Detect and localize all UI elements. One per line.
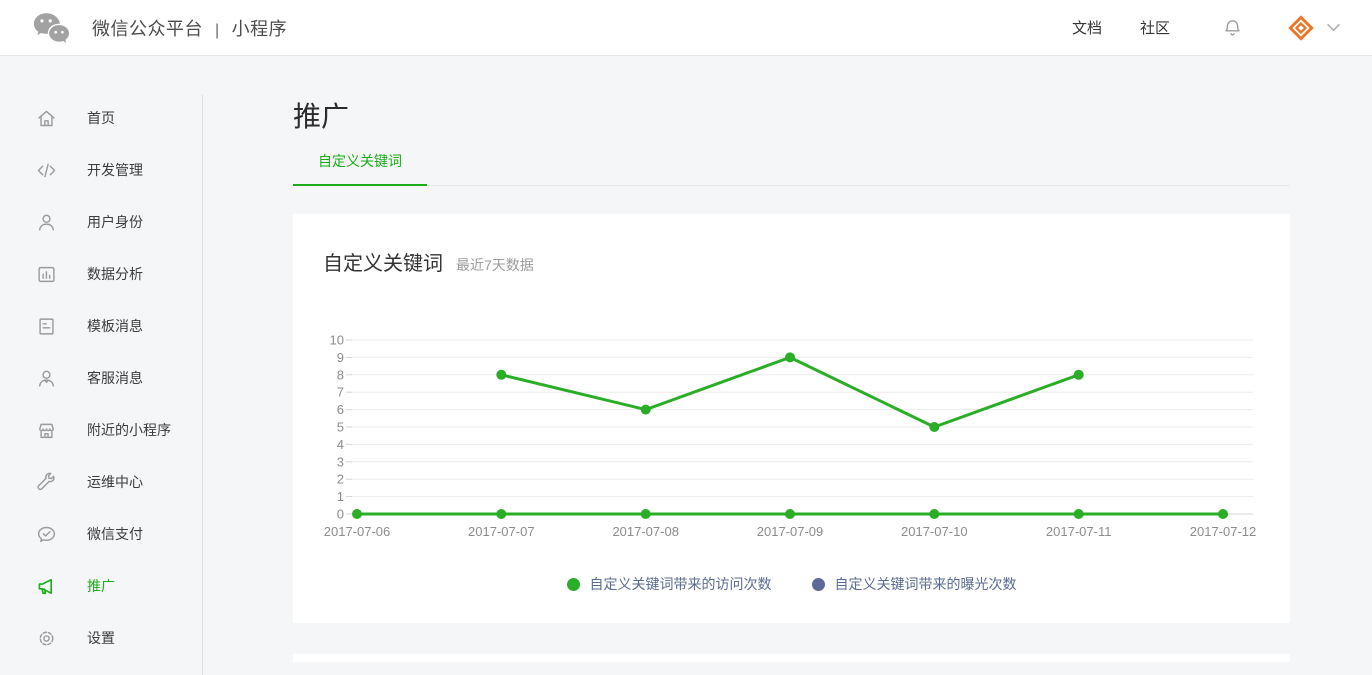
home-icon (34, 107, 58, 130)
next-card-peek (293, 654, 1290, 662)
sidebar-item-label: 推广 (87, 576, 115, 596)
shop-icon (34, 419, 58, 442)
top-header: 微信公众平台 | 小程序 文档 社区 (0, 0, 1372, 56)
nav-community-link[interactable]: 社区 (1140, 17, 1170, 38)
sidebar-item-label: 运维中心 (87, 472, 143, 492)
svg-text:8: 8 (337, 367, 344, 382)
code-icon (34, 159, 58, 182)
sidebar-item-service-msg[interactable]: 客服消息 (0, 352, 203, 404)
sidebar-item-label: 附近的小程序 (87, 420, 171, 440)
svg-text:5: 5 (337, 420, 344, 435)
sidebar-item-template-msg[interactable]: 模板消息 (0, 300, 203, 352)
svg-text:2017-07-06: 2017-07-06 (324, 524, 391, 539)
svg-text:6: 6 (337, 402, 344, 417)
svg-text:2017-07-11: 2017-07-11 (1046, 524, 1112, 539)
megaphone-icon (34, 575, 58, 598)
sidebar-item-ops[interactable]: 运维中心 (0, 456, 203, 508)
sidebar-item-identity[interactable]: 用户身份 (0, 196, 203, 248)
card-subtitle: 最近7天数据 (456, 255, 534, 275)
account-menu[interactable] (1287, 14, 1340, 42)
sidebar-item-label: 模板消息 (87, 316, 143, 336)
sidebar-item-label: 客服消息 (87, 368, 143, 388)
sidebar-item-settings[interactable]: 设置 (0, 612, 203, 664)
svg-text:0: 0 (337, 507, 344, 522)
sidebar-item-label: 开发管理 (87, 160, 143, 180)
sidebar-item-promotion[interactable]: 推广 (0, 560, 203, 612)
svg-text:2017-07-09: 2017-07-09 (757, 524, 824, 539)
keywords-card: 自定义关键词 最近7天数据 0 1 2 3 4 5 6 7 8 9 10 2017-07-06 2017… (293, 214, 1290, 623)
card-header: 自定义关键词 最近7天数据 (323, 247, 1260, 276)
tab-bar: 自定义关键词 (293, 151, 1290, 186)
sidebar-item-wepay[interactable]: 微信支付 (0, 508, 203, 560)
notification-bell-icon[interactable] (1222, 17, 1243, 39)
title-separator: | (215, 22, 220, 39)
sidebar-item-label: 首页 (87, 108, 115, 128)
svg-text:2017-07-10: 2017-07-10 (901, 524, 968, 539)
svg-text:2017-07-07: 2017-07-07 (468, 524, 535, 539)
svg-text:2017-07-12: 2017-07-12 (1190, 524, 1257, 539)
sidebar-item-label: 设置 (87, 628, 115, 648)
legend-label: 自定义关键词带来的曝光次数 (835, 574, 1017, 594)
svg-text:2017-07-08: 2017-07-08 (612, 524, 679, 539)
legend-item[interactable]: 自定义关键词带来的访问次数 (567, 574, 772, 594)
legend-dot-icon (567, 578, 580, 591)
sidebar-item-label: 微信支付 (87, 524, 143, 544)
svg-text:1: 1 (337, 489, 344, 504)
app-title: 微信公众平台 | 小程序 (92, 15, 287, 41)
chart-area: 0 1 2 3 4 5 6 7 8 9 10 2017-07-06 2017-07-07 2017-07-… (323, 332, 1260, 594)
svg-text:2: 2 (337, 472, 344, 487)
wechat-logo-icon (32, 11, 70, 44)
user-icon (34, 211, 58, 234)
sidebar-item-label: 用户身份 (87, 212, 143, 232)
nav-docs-link[interactable]: 文档 (1072, 17, 1102, 38)
svg-text:4: 4 (337, 437, 344, 452)
wrench-icon (34, 471, 58, 494)
page-body: 首页 开发管理 用户身份 数据分析 模板消息 客服消息 附近的小程序 运维中心 (0, 56, 1372, 675)
keywords-line-chart: 0 1 2 3 4 5 6 7 8 9 10 2017-07-06 2017-07-07 2017-07-… (323, 332, 1263, 547)
svg-text:9: 9 (337, 350, 344, 365)
product-name: 小程序 (232, 19, 288, 39)
bar-chart-icon (34, 263, 58, 286)
main-content: 推广 自定义关键词 自定义关键词 最近7天数据 0 1 2 3 4 5 6 7 8 9 10 2017… (203, 56, 1372, 675)
sidebar-nav: 首页 开发管理 用户身份 数据分析 模板消息 客服消息 附近的小程序 运维中心 (0, 56, 203, 675)
brand-name: 微信公众平台 (92, 19, 203, 39)
sidebar-item-analytics[interactable]: 数据分析 (0, 248, 203, 300)
sidebar-item-nearby[interactable]: 附近的小程序 (0, 404, 203, 456)
card-title: 自定义关键词 (323, 247, 443, 276)
sidebar-item-label: 数据分析 (87, 264, 143, 284)
brand: 微信公众平台 | 小程序 (32, 11, 287, 44)
sidebar-item-home[interactable]: 首页 (0, 92, 203, 144)
svg-text:10: 10 (330, 333, 344, 348)
chevron-down-icon (1327, 23, 1340, 32)
chart-legend: 自定义关键词带来的访问次数 自定义关键词带来的曝光次数 (323, 574, 1260, 594)
template-doc-icon (34, 315, 58, 338)
service-user-icon (34, 367, 58, 390)
legend-label: 自定义关键词带来的访问次数 (590, 574, 772, 594)
avatar (1287, 14, 1315, 42)
svg-text:3: 3 (337, 454, 344, 469)
svg-text:7: 7 (337, 385, 344, 400)
legend-item[interactable]: 自定义关键词带来的曝光次数 (812, 574, 1017, 594)
pay-bubble-icon (34, 523, 58, 546)
sidebar-item-dev[interactable]: 开发管理 (0, 144, 203, 196)
header-right: 文档 社区 (1072, 14, 1340, 42)
tab-custom-keywords[interactable]: 自定义关键词 (293, 151, 427, 186)
page-title: 推广 (293, 100, 1372, 134)
gear-icon (34, 627, 58, 650)
legend-dot-icon (812, 578, 825, 591)
